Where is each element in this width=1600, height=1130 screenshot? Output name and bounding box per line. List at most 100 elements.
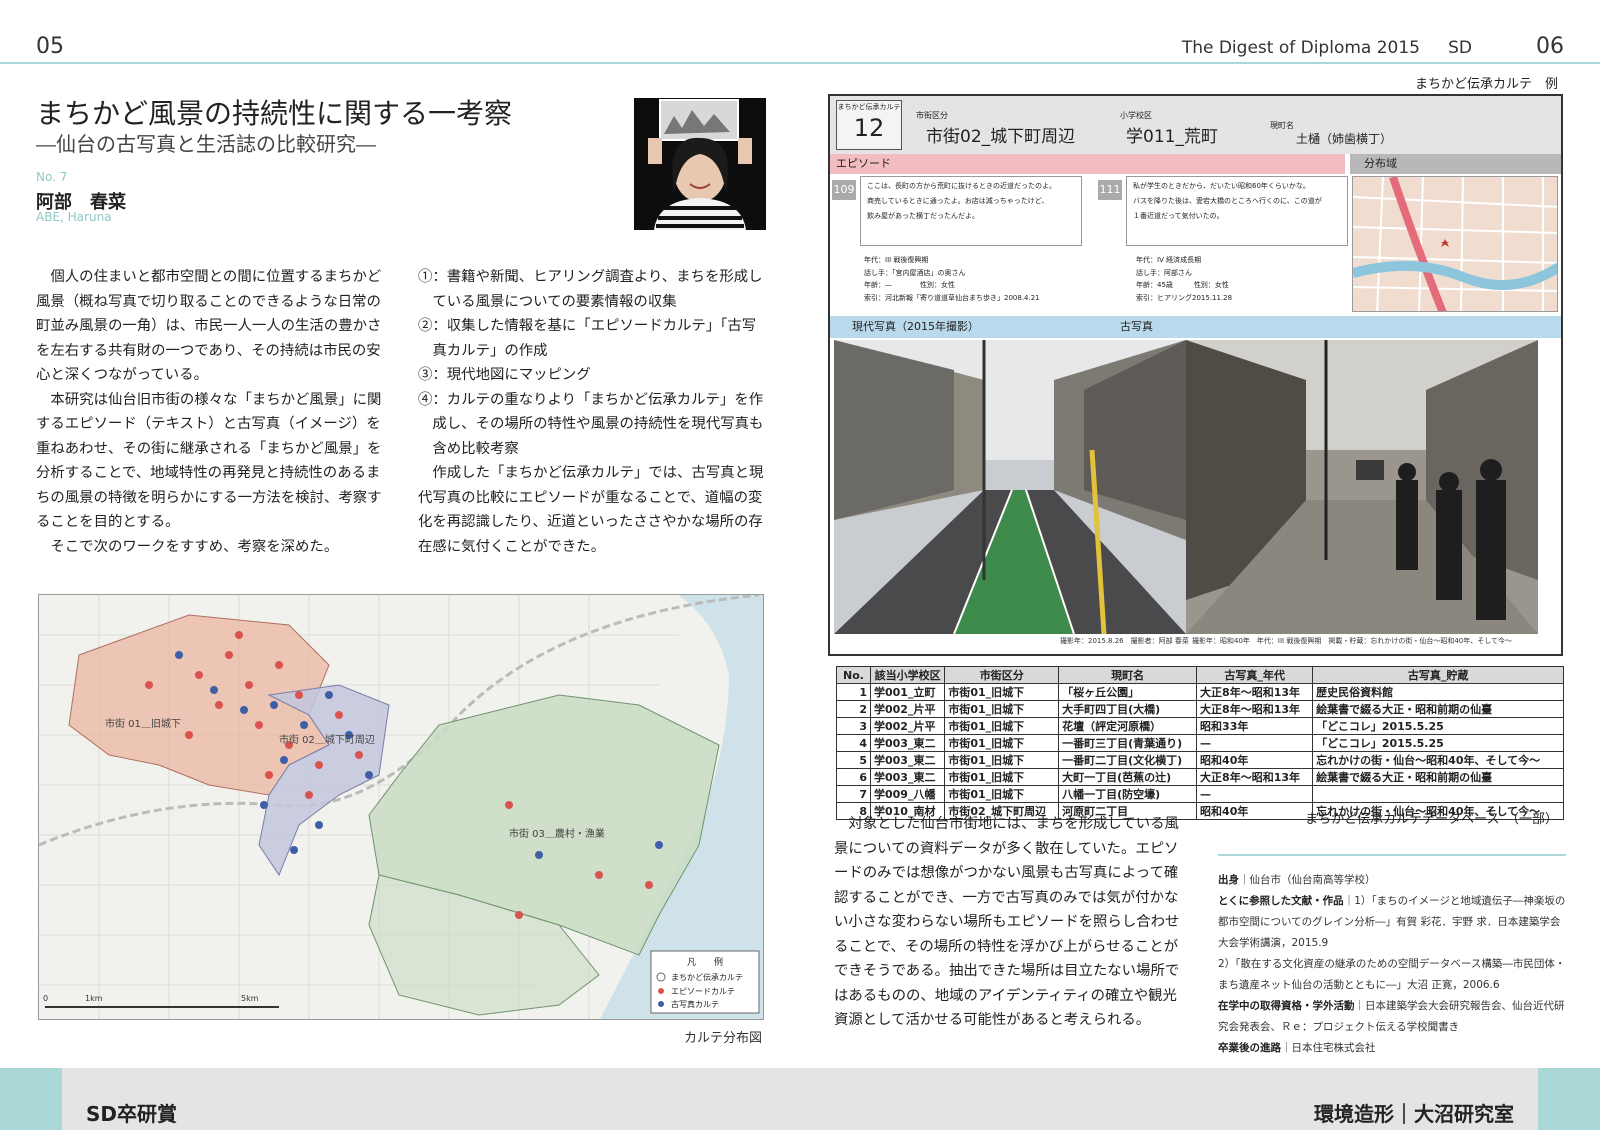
- table-cell: 市街01_旧城下: [944, 768, 1060, 786]
- table-cell: 1: [836, 683, 871, 701]
- map-legend-item: 古写真カルテ: [671, 999, 719, 1009]
- karte-database-table: No. 該当小学校区 市街区分 現町名 古写真_年代 古写真_貯蔵 1 学001_…: [836, 666, 1564, 820]
- table-cell: 3: [836, 717, 871, 735]
- table-cell: 絵葉書で綴る大正・昭和前期の仙臺: [1312, 768, 1564, 786]
- table-header: 市街区分: [944, 666, 1060, 684]
- card-tag: まちかど伝承カルテ 12: [836, 100, 902, 150]
- table-cell: 市街01_旧城下: [944, 785, 1060, 803]
- table-cell: 一番町三丁目(青葉通り): [1058, 734, 1198, 752]
- meta-line: 年代：IV 経済成長期: [1136, 256, 1202, 264]
- table-cell: 6: [836, 768, 871, 786]
- table-cell: [1312, 785, 1564, 803]
- table-cell: 市街01_旧城下: [944, 717, 1060, 735]
- map-legend-item: エピソードカルテ: [671, 987, 735, 996]
- footer-tab-right: [1538, 1068, 1600, 1130]
- meta-line: 話し手：阿部さん: [1136, 268, 1192, 277]
- table-row: 4 学003_東二 市街01_旧城下 一番町三丁目(青葉通り) — 「どこコレ」2015.…: [836, 734, 1564, 752]
- article-title: まちかど風景の持続性に関する一考察: [36, 97, 513, 130]
- street-label: 現町名: [1270, 121, 1294, 130]
- meta-line: 年齢：— 性別：女性: [864, 281, 955, 289]
- meta-line: 話し手：「宮内屋酒店」の奥さん: [864, 268, 966, 277]
- table-cell: 八幡一丁目(防空壕): [1058, 785, 1198, 803]
- info-rule: [1218, 854, 1566, 856]
- episode-header: エピソード: [830, 154, 1345, 174]
- paragraph: 本研究は仙台旧市街の様々な「まちかど風景」に関するエピソード（テキスト）と古写真…: [36, 391, 382, 531]
- meta-line: 年代：III 戦後復興期: [864, 256, 929, 264]
- distribution-mini-map: [1352, 176, 1558, 312]
- page-number-left: 05: [36, 34, 64, 59]
- work-step-4: ④：カルテの重なりより「まちかど伝承カルテ」を作成し、その場所の特性や風景の持続…: [418, 391, 764, 457]
- old-photo: [1186, 340, 1538, 634]
- district-value: 市街02_城下町周辺: [926, 127, 1076, 147]
- work-step-1: ①：書籍や新聞、ヒアリング調査より、まちを形成している風景についての要素情報の収…: [418, 269, 763, 310]
- table-cell: 学003_東二: [869, 734, 946, 752]
- table-cell: 花壇（評定河原橋）: [1058, 717, 1198, 735]
- old-photo-credit: 撮影年：昭和40年 年代：III 戦後復興期 掲載・貯蔵：忘れかけの街・仙台〜昭…: [1192, 637, 1513, 645]
- table-cell: 「どこコレ」2015.5.25: [1312, 734, 1564, 752]
- modern-photo: [834, 340, 1186, 634]
- article-number: No. 7: [36, 170, 68, 184]
- footer-lab: 環境造形｜大沼研究室: [1314, 1102, 1514, 1126]
- profile-career: 卒業後の進路｜日本住宅株式会社: [1218, 1042, 1376, 1054]
- profile-label: とくに参照した文献・作品: [1218, 895, 1344, 907]
- profile-quals: 在学中の取得資格・学外活動｜日本建築学会大会研究報告会、仙台近代研究会発表会、Ｒ…: [1218, 1000, 1565, 1033]
- modern-photo-credit: 撮影年：2015.8.26 撮影者：阿部 春菜: [1060, 637, 1189, 645]
- card-caption: まちかど伝承カルテ 例: [1414, 77, 1558, 92]
- body-column-2: ①：書籍や新聞、ヒアリング調査より、まちを形成している風景についての要素情報の収…: [418, 265, 768, 559]
- photo-header: 現代写真（2015年撮影） 古写真: [830, 316, 1561, 338]
- profile-origin: 出身｜仙台市（仙台南高等学校）: [1218, 874, 1376, 886]
- distribution-map: 市街 01＿旧城下 市街 02＿城下町周辺 市街 03＿農村・漁業 凡 例 まち…: [38, 594, 764, 1020]
- paragraph: 対象とした仙台市街地には、まちを形成している風景についての資料データが多く散在し…: [834, 816, 1180, 1028]
- map-scale-label: 1km: [85, 994, 103, 1003]
- table-header: No.: [836, 666, 871, 684]
- table-row: 6 学003_東二 市街01_旧城下 大町一丁目(芭蕉の辻) 大正8年～昭和13年 絵葉書…: [836, 768, 1564, 786]
- table-cell: 市街01_旧城下: [944, 683, 1060, 701]
- episode-meta: 年代：IV 経済成長期 話し手：阿部さん 年齢：45歳 性別：女性 索引：ヒアリ…: [1136, 254, 1232, 304]
- table-row: 5 学003_東二 市街01_旧城下 一番町二丁目(文化横丁) 昭和40年 忘れかけの街・…: [836, 751, 1564, 769]
- table-row: 3 学002_片平 市街01_旧城下 花壇（評定河原橋） 昭和33年 「どこコレ」2015…: [836, 717, 1564, 735]
- modern-photo-header: 現代写真（2015年撮影）: [852, 320, 979, 333]
- author-profile: 出身｜仙台市（仙台南高等学校） とくに参照した文献・作品｜1）「まちのイメージと…: [1218, 870, 1570, 1059]
- table-cell: 学002_片平: [869, 700, 946, 718]
- table-cell: 市街01_旧城下: [944, 751, 1060, 769]
- table-cell: 大正8年～昭和13年: [1196, 768, 1314, 786]
- machikado-karte-card: まちかど伝承カルテ 12 市街区分 市街02_城下町周辺 小学校区 学011_荒…: [828, 94, 1563, 656]
- work-step-3: ③：現代地図にマッピング: [418, 367, 591, 383]
- episode-text-box: ここは、長町の方から荒町に抜けるときの近道だったのよ。 商売しているときに通った…: [860, 176, 1082, 246]
- paragraph: 作成した「まちかど伝承カルテ」では、古写真と現代写真の比較にエピソードが重なるこ…: [418, 465, 764, 555]
- table-cell: 2: [836, 700, 871, 718]
- episode-id: 111: [1098, 180, 1122, 200]
- meta-line: 年齢：45歳 性別：女性: [1136, 281, 1229, 289]
- table-cell: 市街01_旧城下: [944, 700, 1060, 718]
- profile-value: 日本住宅株式会社: [1291, 1042, 1376, 1054]
- episode-text-line: 商売しているときに通ったよ。お店は減っちゃったけど、: [867, 197, 1049, 205]
- footer-award: SD卒研賞: [86, 1102, 178, 1126]
- table-cell: 昭和40年: [1196, 802, 1314, 820]
- author-name-en: ABE, Haruna: [36, 210, 112, 224]
- table-cell: —: [1196, 785, 1314, 803]
- map-scale-label: 0: [43, 994, 48, 1003]
- table-cell: 絵葉書で綴る大正・昭和前期の仙臺: [1312, 700, 1564, 718]
- profile-references: とくに参照した文献・作品｜1）「まちのイメージと地域遺伝子―神楽坂の都市空間につ…: [1218, 895, 1566, 949]
- table-cell: 学002_片平: [869, 717, 946, 735]
- episode-text-line: バスを降りた後は、愛宕大橋のところへ行くのに、この道が: [1133, 197, 1322, 205]
- table-cell: 大町一丁目(芭蕉の辻): [1058, 768, 1198, 786]
- table-cell: 忘れかけの街・仙台〜昭和40年、そして今〜: [1312, 751, 1564, 769]
- table-cell: 4: [836, 734, 871, 752]
- meta-line: 索引：ヒアリング2015.11.28: [1136, 293, 1233, 302]
- table-caption: まちかど伝承カルテデータベース （一部）: [1305, 812, 1558, 827]
- distribution-header: 分布域: [1350, 154, 1561, 174]
- table-header: 該当小学校区: [869, 666, 946, 684]
- card-tag-number: 12: [853, 114, 885, 142]
- table-cell: 学003_東二: [869, 768, 946, 786]
- author-portrait: [634, 98, 766, 230]
- table-cell: 7: [836, 785, 871, 803]
- journal-abbr: SD: [1448, 38, 1472, 58]
- map-area-label-1: 市街 01＿旧城下: [105, 717, 181, 730]
- table-cell: 昭和40年: [1196, 751, 1314, 769]
- table-cell: 5: [836, 751, 871, 769]
- old-photo-header: 古写真: [1120, 320, 1153, 333]
- episode-text-box: 私が学生のときだから、だいたい昭和60年くらいかな。 バスを降りた後は、愛宕大橋…: [1126, 176, 1348, 246]
- table-row: 7 学009_八幡 市街01_旧城下 八幡一丁目(防空壕) —: [836, 785, 1564, 803]
- profile-label: 在学中の取得資格・学外活動: [1218, 1000, 1355, 1012]
